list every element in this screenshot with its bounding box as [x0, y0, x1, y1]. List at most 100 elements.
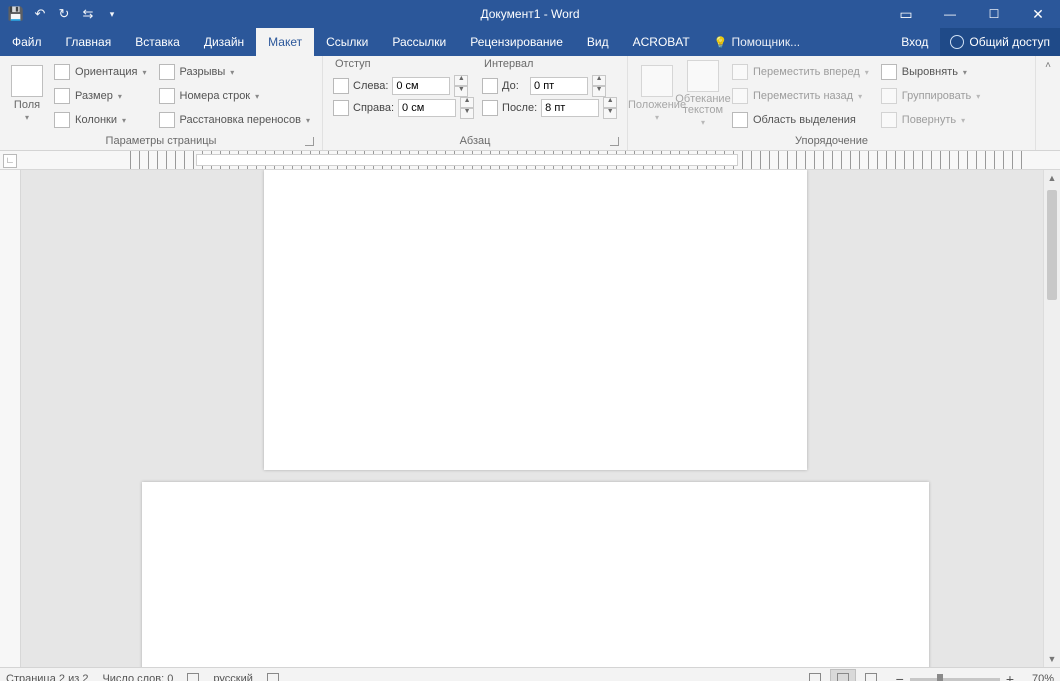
maximize-button[interactable]: ☐	[972, 0, 1016, 28]
save-icon[interactable]: 💾	[8, 6, 24, 22]
send-backward-button[interactable]: Переместить назад▾	[730, 85, 871, 107]
status-bar: Страница 2 из 2 Число слов: 0 русский − …	[0, 667, 1060, 681]
scroll-down-icon[interactable]: ▼	[1044, 651, 1060, 667]
group-button[interactable]: Группировать▾	[879, 85, 983, 107]
tell-me-input[interactable]: Помощник...	[702, 28, 812, 56]
spin-up-icon[interactable]: ▲	[460, 97, 474, 108]
page-1[interactable]	[264, 170, 807, 470]
indent-left-spinner[interactable]: Слева: ▲▼	[333, 76, 474, 96]
sign-in-button[interactable]: Вход	[889, 28, 940, 56]
customize-qat-icon[interactable]: ▾	[104, 6, 120, 22]
page-size-icon	[54, 88, 70, 104]
zoom-out-button[interactable]: −	[896, 671, 904, 681]
position-icon	[641, 65, 673, 97]
rotate-button[interactable]: Повернуть▾	[879, 109, 983, 131]
tab-selector[interactable]: ∟	[3, 154, 17, 168]
chevron-down-icon: ▾	[25, 113, 29, 122]
spacing-before-spinner[interactable]: До: ▲▼	[482, 76, 617, 96]
spacing-after-input[interactable]	[541, 99, 599, 117]
tab-layout[interactable]: Макет	[256, 28, 314, 56]
tab-design[interactable]: Дизайн	[192, 28, 256, 56]
close-button[interactable]: ✕	[1016, 0, 1060, 28]
columns-button[interactable]: Колонки▾	[52, 109, 148, 131]
redo-icon[interactable]: ↻	[56, 6, 72, 22]
spin-down-icon[interactable]: ▼	[592, 86, 606, 97]
web-layout-icon	[865, 673, 877, 681]
spacing-before-icon	[482, 78, 498, 94]
tab-view[interactable]: Вид	[575, 28, 621, 56]
rotate-icon	[881, 112, 897, 128]
orientation-icon	[54, 64, 70, 80]
size-button[interactable]: Размер▾	[52, 85, 148, 107]
hyphenation-button[interactable]: Расстановка переносов▾	[157, 109, 313, 131]
tab-file[interactable]: Файл	[0, 28, 54, 56]
chevron-down-icon: ▾	[963, 68, 967, 77]
spacing-before-input[interactable]	[530, 77, 588, 95]
document-canvas[interactable]: ▲ ▼	[0, 170, 1060, 667]
chevron-down-icon: ▾	[858, 92, 862, 101]
group-label-page-setup[interactable]: Параметры страницы	[6, 134, 316, 150]
vertical-ruler[interactable]	[0, 170, 21, 667]
page-number-status[interactable]: Страница 2 из 2	[6, 673, 88, 681]
tab-mailings[interactable]: Рассылки	[380, 28, 458, 56]
line-numbers-button[interactable]: Номера строк▾	[157, 85, 313, 107]
horizontal-ruler[interactable]: ∟	[0, 151, 1060, 170]
vertical-scrollbar[interactable]: ▲ ▼	[1043, 170, 1060, 667]
tab-home[interactable]: Главная	[54, 28, 124, 56]
indent-left-icon	[333, 78, 349, 94]
tab-review[interactable]: Рецензирование	[458, 28, 575, 56]
spellcheck-status[interactable]	[187, 673, 199, 681]
ribbon-options-button[interactable]: ▭	[884, 0, 928, 28]
read-mode-button[interactable]	[802, 669, 828, 681]
collapse-ribbon-button[interactable]: ˄	[1036, 56, 1060, 150]
macro-status[interactable]	[267, 673, 279, 681]
share-button[interactable]: Общий доступ	[940, 28, 1060, 56]
margins-button[interactable]: Поля ▾	[6, 58, 48, 128]
web-layout-button[interactable]	[858, 669, 884, 681]
bring-forward-icon	[732, 64, 748, 80]
touch-mode-icon[interactable]: ⇆	[80, 6, 96, 22]
indent-right-input[interactable]	[398, 99, 456, 117]
spin-up-icon[interactable]: ▲	[603, 97, 617, 108]
minimize-button[interactable]: —	[928, 0, 972, 28]
group-icon	[881, 88, 897, 104]
page-2[interactable]	[142, 482, 929, 667]
bring-forward-button[interactable]: Переместить вперед▾	[730, 61, 871, 83]
position-button[interactable]: Положение▾	[634, 58, 680, 128]
chevron-down-icon: ▾	[230, 68, 234, 77]
read-mode-icon	[809, 673, 821, 681]
tab-acrobat[interactable]: ACROBAT	[621, 28, 702, 56]
zoom-thumb[interactable]	[937, 674, 943, 681]
spin-down-icon[interactable]: ▼	[603, 108, 617, 119]
indent-left-input[interactable]	[392, 77, 450, 95]
zoom-level[interactable]: 70%	[1020, 673, 1054, 681]
tab-insert[interactable]: Вставка	[123, 28, 192, 56]
word-count-status[interactable]: Число слов: 0	[102, 673, 173, 681]
zoom-in-button[interactable]: +	[1006, 671, 1014, 681]
tab-references[interactable]: Ссылки	[314, 28, 380, 56]
zoom-slider[interactable]	[910, 678, 1000, 681]
undo-icon[interactable]: ↶	[32, 6, 48, 22]
selection-pane-button[interactable]: Область выделения	[730, 109, 871, 131]
spacing-after-spinner[interactable]: После: ▲▼	[482, 98, 617, 118]
wrap-text-button[interactable]: Обтекание текстом▾	[680, 58, 726, 128]
spin-down-icon[interactable]: ▼	[454, 86, 468, 97]
group-label-paragraph[interactable]: Абзац	[329, 134, 621, 150]
quick-access-toolbar: 💾 ↶ ↻ ⇆ ▾	[0, 6, 120, 22]
orientation-button[interactable]: Ориентация▾	[52, 61, 148, 83]
print-layout-icon	[837, 673, 849, 681]
selection-pane-icon	[732, 112, 748, 128]
spin-up-icon[interactable]: ▲	[454, 75, 468, 86]
scroll-up-icon[interactable]: ▲	[1044, 170, 1060, 186]
window-title: Документ1 - Word	[480, 7, 579, 21]
breaks-button[interactable]: Разрывы▾	[157, 61, 313, 83]
spacing-after-icon	[482, 100, 498, 116]
align-button[interactable]: Выровнять▾	[879, 61, 983, 83]
language-status[interactable]: русский	[213, 673, 252, 681]
spin-up-icon[interactable]: ▲	[592, 75, 606, 86]
print-layout-button[interactable]	[830, 669, 856, 681]
indent-right-spinner[interactable]: Справа: ▲▼	[333, 98, 474, 118]
scrollbar-thumb[interactable]	[1047, 190, 1057, 300]
chevron-down-icon: ▾	[306, 116, 310, 125]
spin-down-icon[interactable]: ▼	[460, 108, 474, 119]
